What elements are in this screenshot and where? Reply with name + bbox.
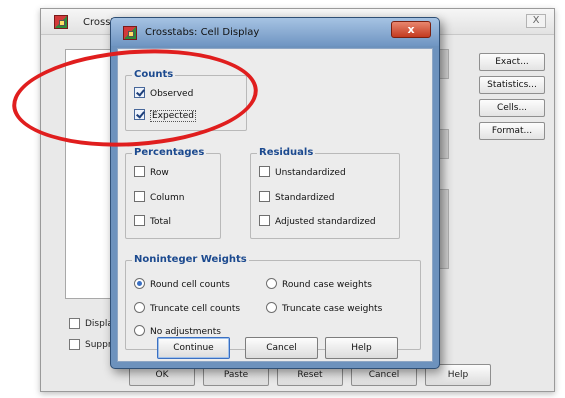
counts-group-title: Counts <box>132 69 176 80</box>
radio-button[interactable] <box>266 278 277 289</box>
no-adjustments-label: No adjustments <box>150 327 221 337</box>
checkbox-box[interactable] <box>69 318 80 329</box>
radio-button[interactable] <box>134 278 145 289</box>
cancel-button[interactable]: Cancel <box>245 337 318 359</box>
dialog-title: Crosstabs: Cell Display <box>145 27 260 38</box>
radio-button[interactable] <box>266 302 277 313</box>
checkbox-box[interactable] <box>259 215 270 226</box>
row-label: Row <box>150 168 169 178</box>
column-label: Column <box>150 193 185 203</box>
adjusted-standardized-checkbox[interactable]: Adjusted standardized <box>259 215 376 227</box>
help-button[interactable]: Help <box>325 337 398 359</box>
unstandardized-checkbox[interactable]: Unstandardized <box>259 166 346 178</box>
dialog-body: Counts Observed Expected Percentages Row… <box>117 48 433 362</box>
checkbox-box[interactable] <box>134 191 145 202</box>
format-button[interactable]: Format... <box>479 122 545 140</box>
truncate-cell-counts-label: Truncate cell counts <box>150 304 241 314</box>
continue-button[interactable]: Continue <box>157 337 230 359</box>
unstandardized-label: Unstandardized <box>275 168 346 178</box>
observed-label: Observed <box>150 89 194 99</box>
checkbox-box[interactable] <box>134 87 145 98</box>
total-label: Total <box>150 217 172 227</box>
expected-label: Expected <box>150 110 196 122</box>
suppress-tables-checkbox[interactable]: Suppr <box>69 339 112 350</box>
percentages-group: Percentages Row Column Total <box>125 147 221 239</box>
round-case-weights-radio[interactable]: Round case weights <box>266 278 372 290</box>
observed-checkbox[interactable]: Observed <box>134 87 194 99</box>
no-adjustments-radio[interactable]: No adjustments <box>134 325 221 337</box>
checkbox-box[interactable] <box>134 109 145 120</box>
standardized-checkbox[interactable]: Standardized <box>259 191 335 203</box>
row-percent-checkbox[interactable]: Row <box>134 166 169 178</box>
checkbox-box[interactable] <box>69 339 80 350</box>
residuals-group: Residuals Unstandardized Standardized Ad… <box>250 147 400 239</box>
dialog-close-button[interactable]: x <box>391 21 431 38</box>
cell-display-dialog: Crosstabs: Cell Display x Counts Observe… <box>110 17 440 369</box>
adjusted-standardized-label: Adjusted standardized <box>275 217 376 227</box>
statistics-button[interactable]: Statistics... <box>479 76 545 94</box>
checkbox-box[interactable] <box>134 215 145 226</box>
standardized-label: Standardized <box>275 193 335 203</box>
checkbox-box[interactable] <box>134 166 145 177</box>
spss-app-icon <box>123 26 137 40</box>
counts-group: Counts Observed Expected <box>125 69 247 131</box>
display-clustered-checkbox[interactable]: Displa <box>69 318 113 329</box>
total-percent-checkbox[interactable]: Total <box>134 215 172 227</box>
truncate-case-weights-radio[interactable]: Truncate case weights <box>266 302 383 314</box>
cells-button[interactable]: Cells... <box>479 99 545 117</box>
round-cell-counts-label: Round cell counts <box>150 280 230 290</box>
column-percent-checkbox[interactable]: Column <box>134 191 185 203</box>
checkbox-box[interactable] <box>259 191 270 202</box>
round-cell-counts-radio[interactable]: Round cell counts <box>134 278 230 290</box>
exact-button[interactable]: Exact... <box>479 53 545 71</box>
round-case-weights-label: Round case weights <box>282 280 372 290</box>
checkbox-label: Displa <box>85 319 113 329</box>
residuals-group-title: Residuals <box>257 147 316 158</box>
radio-button[interactable] <box>134 325 145 336</box>
percentages-group-title: Percentages <box>132 147 207 158</box>
truncate-case-weights-label: Truncate case weights <box>282 304 383 314</box>
spss-app-icon <box>54 15 68 29</box>
noninteger-weights-group-title: Noninteger Weights <box>132 254 249 265</box>
checkbox-label: Suppr <box>85 340 112 350</box>
checkbox-box[interactable] <box>259 166 270 177</box>
expected-checkbox[interactable]: Expected <box>134 109 196 122</box>
truncate-cell-counts-radio[interactable]: Truncate cell counts <box>134 302 241 314</box>
crosstabs-close-button[interactable]: X <box>526 14 546 28</box>
radio-button[interactable] <box>134 302 145 313</box>
dialog-titlebar[interactable]: Crosstabs: Cell Display x <box>111 18 439 46</box>
